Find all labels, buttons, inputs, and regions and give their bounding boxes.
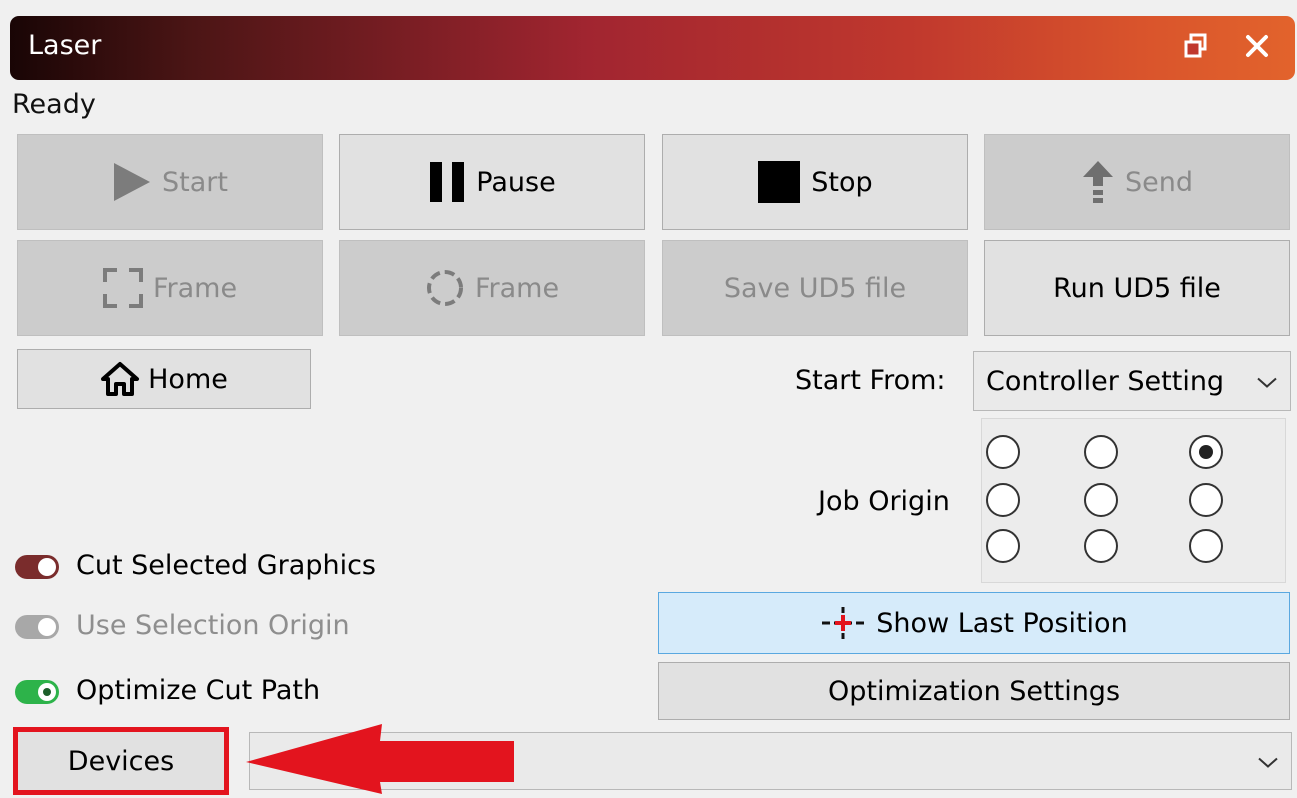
status-text: Ready <box>12 89 96 120</box>
origin-middle-right[interactable] <box>1189 483 1223 517</box>
origin-bottom-right[interactable] <box>1189 529 1223 563</box>
chevron-down-icon <box>1256 366 1278 397</box>
upload-icon <box>1081 159 1115 205</box>
optimization-settings-button[interactable]: Optimization Settings <box>658 662 1290 720</box>
stop-icon <box>757 160 801 204</box>
run-ud5-button[interactable]: Run UD5 file <box>984 240 1290 336</box>
show-last-position-label: Show Last Position <box>876 607 1128 639</box>
window-title-bar <box>10 16 1295 80</box>
cut-selected-label: Cut Selected Graphics <box>76 550 376 581</box>
float-icon[interactable] <box>1180 30 1212 62</box>
window-title: Laser <box>28 30 102 61</box>
frame-circle-icon <box>425 268 465 308</box>
close-icon[interactable] <box>1241 30 1273 62</box>
origin-top-right[interactable] <box>1189 435 1223 469</box>
start-from-value: Controller Setting <box>986 365 1225 397</box>
stop-button[interactable]: Stop <box>662 134 968 230</box>
pause-button[interactable]: Pause <box>339 134 645 230</box>
crosshair-icon <box>820 605 866 641</box>
home-icon <box>100 361 140 397</box>
frame-circle-button[interactable]: Frame <box>339 240 645 336</box>
home-label: Home <box>148 363 228 395</box>
frame-rect-button[interactable]: Frame <box>17 240 323 336</box>
start-button[interactable]: Start <box>17 134 323 230</box>
send-button[interactable]: Send <box>984 134 1290 230</box>
save-ud5-label: Save UD5 file <box>723 272 907 304</box>
save-ud5-button[interactable]: Save UD5 file <box>662 240 968 336</box>
frame-circle-label: Frame <box>474 272 560 304</box>
origin-center[interactable] <box>1084 483 1118 517</box>
frame-rect-icon <box>102 268 143 308</box>
job-origin-panel <box>981 418 1286 583</box>
pause-icon <box>428 160 466 204</box>
job-origin-label: Job Origin <box>818 486 950 517</box>
cut-selected-toggle[interactable] <box>15 555 59 579</box>
optimize-cut-path-label: Optimize Cut Path <box>76 675 321 706</box>
origin-middle-left[interactable] <box>986 483 1020 517</box>
run-ud5-label: Run UD5 file <box>1053 272 1221 304</box>
start-from-select[interactable]: Controller Setting <box>973 351 1291 411</box>
devices-button[interactable]: Devices <box>13 727 229 795</box>
devices-label: Devices <box>67 745 175 777</box>
optimize-cut-path-toggle[interactable] <box>15 680 59 704</box>
optimization-settings-label: Optimization Settings <box>827 675 1121 707</box>
origin-top-center[interactable] <box>1084 435 1118 469</box>
chevron-down-icon <box>1257 746 1279 777</box>
use-selection-origin-label: Use Selection Origin <box>76 610 350 641</box>
play-icon <box>112 161 152 203</box>
show-last-position-button[interactable]: Show Last Position <box>658 592 1290 654</box>
stop-label: Stop <box>811 166 873 198</box>
origin-bottom-center[interactable] <box>1084 529 1118 563</box>
pause-label: Pause <box>476 166 556 198</box>
start-from-label: Start From: <box>795 365 946 396</box>
start-label: Start <box>162 166 228 198</box>
origin-bottom-left[interactable] <box>986 529 1020 563</box>
use-selection-origin-toggle[interactable] <box>15 615 59 639</box>
frame-rect-label: Frame <box>152 272 238 304</box>
origin-top-left[interactable] <box>986 435 1020 469</box>
home-button[interactable]: Home <box>17 349 311 409</box>
send-label: Send <box>1124 166 1193 198</box>
annotation-arrow <box>240 720 530 794</box>
